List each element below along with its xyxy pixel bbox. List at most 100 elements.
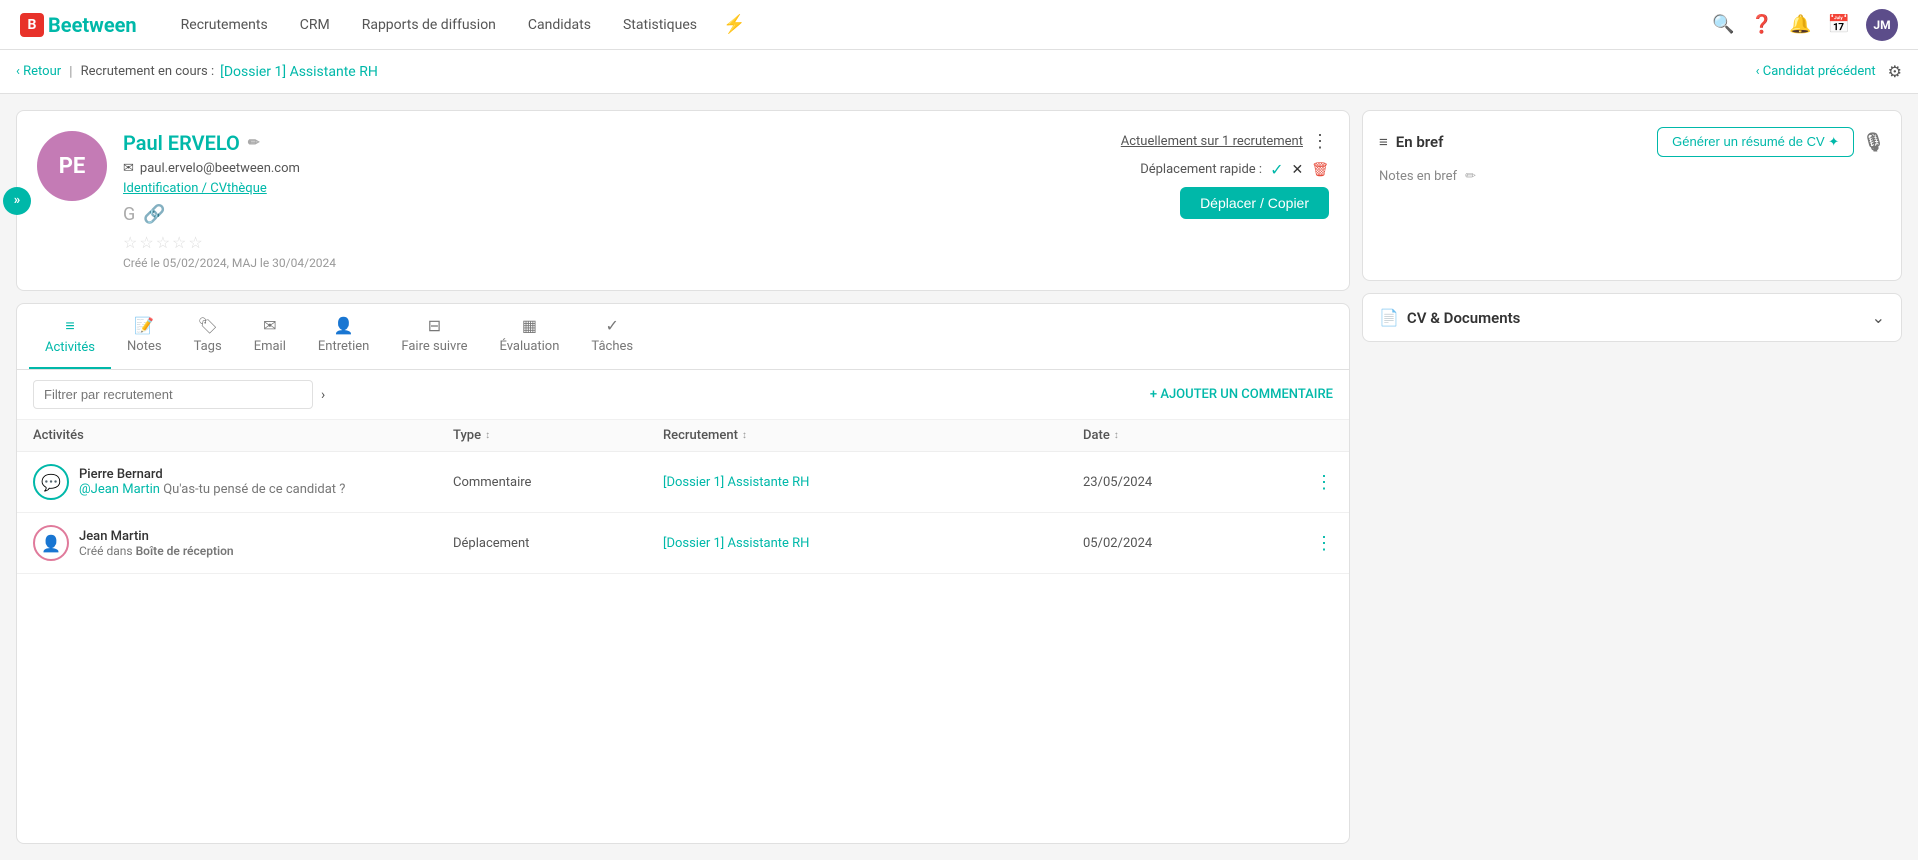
en-bref-card: ≡ En bref Générer un résumé de CV ✦ 🎙 No…	[1362, 110, 1902, 281]
tabs-bar: ≡ Activités 📝 Notes 🏷 Tags ✉ Email 👤	[17, 304, 1349, 370]
entretien-icon: 👤	[334, 316, 354, 335]
sub-navigation: ‹ Retour | Recrutement en cours : [Dossi…	[0, 50, 1918, 94]
user-avatar-jean: 👤	[33, 525, 69, 561]
more-options-icon[interactable]: ⋮	[1311, 131, 1329, 152]
user-avatar[interactable]: JM	[1866, 9, 1898, 41]
mic-icon[interactable]: 🎙	[1862, 132, 1885, 153]
document-icon: 📄	[1379, 308, 1399, 327]
en-bref-title: En bref	[1396, 133, 1444, 151]
tab-activites[interactable]: ≡ Activités	[29, 304, 111, 369]
activity-user-2: 👤 Jean Martin Créé dans Boîte de récepti…	[33, 525, 453, 561]
google-icon[interactable]: G	[123, 204, 135, 225]
recruitment-link[interactable]: Actuellement sur 1 recrutement	[1121, 134, 1303, 149]
confirm-move-icon[interactable]: ✓	[1270, 160, 1283, 179]
star-rating[interactable]: ☆ ☆ ☆ ☆ ☆	[123, 233, 1105, 252]
search-icon[interactable]: 🔍	[1712, 14, 1734, 35]
user-subtext-jean: Créé dans Boîte de réception	[79, 544, 234, 558]
row2-menu-icon[interactable]: ⋮	[1293, 533, 1333, 554]
main-content: » PE Paul ERVELO ✏ ✉ paul.ervelo@beetwee…	[0, 94, 1918, 860]
tab-tags-label: Tags	[194, 339, 222, 354]
row2-recruitment[interactable]: [Dossier 1] Assistante RH	[663, 536, 1083, 551]
row1-recruitment[interactable]: [Dossier 1] Assistante RH	[663, 475, 1083, 490]
edit-name-icon[interactable]: ✏	[248, 135, 260, 151]
star-2[interactable]: ☆	[139, 233, 153, 252]
evaluation-icon: ▦	[522, 316, 537, 335]
sort-type-icon[interactable]: ↕	[485, 430, 490, 441]
row2-date: 05/02/2024	[1083, 536, 1293, 551]
col-type: Type ↕	[453, 428, 663, 443]
candidate-card: » PE Paul ERVELO ✏ ✉ paul.ervelo@beetwee…	[16, 110, 1350, 291]
nav-crm[interactable]: CRM	[286, 9, 344, 41]
bolt-icon[interactable]: ⚡	[723, 14, 745, 35]
link-icon[interactable]: 🔗	[143, 204, 165, 225]
user-info-pierre: Pierre Bernard @Jean Martin Qu'as-tu pen…	[79, 467, 345, 497]
nav-links: Recrutements CRM Rapports de diffusion C…	[167, 9, 746, 41]
chevron-down-icon[interactable]: ⌄	[1872, 308, 1885, 327]
logo[interactable]: B Beetween	[20, 13, 137, 37]
calendar-icon[interactable]: 📅	[1828, 14, 1850, 35]
star-5[interactable]: ☆	[188, 233, 202, 252]
row2-type: Déplacement	[453, 536, 663, 551]
tab-tags[interactable]: 🏷 Tags	[178, 304, 238, 369]
nav-candidats[interactable]: Candidats	[514, 9, 605, 41]
notifications-icon[interactable]: 🔔	[1789, 14, 1811, 35]
settings-icon[interactable]: ⚙	[1888, 62, 1902, 81]
email-icon: ✉	[123, 161, 134, 176]
notes-icon: 📝	[134, 316, 154, 335]
user-info-jean: Jean Martin Créé dans Boîte de réception	[79, 529, 234, 558]
tab-evaluation[interactable]: ▦ Évaluation	[484, 304, 576, 369]
candidate-info: Paul ERVELO ✏ ✉ paul.ervelo@beetween.com…	[123, 131, 1105, 270]
tab-taches[interactable]: ✓ Tâches	[575, 304, 649, 369]
star-4[interactable]: ☆	[172, 233, 186, 252]
sidebar-toggle-button[interactable]: »	[3, 187, 31, 215]
en-bref-header: ≡ En bref Générer un résumé de CV ✦ 🎙	[1379, 127, 1885, 157]
candidate-avatar: PE	[37, 131, 107, 201]
cv-documents-title: CV & Documents	[1407, 309, 1872, 327]
en-bref-icon: ≡	[1379, 133, 1388, 151]
social-icons: G 🔗	[123, 204, 1105, 225]
user-name-jean: Jean Martin	[79, 529, 234, 544]
tab-entretien[interactable]: 👤 Entretien	[302, 304, 386, 369]
generate-cv-button[interactable]: Générer un résumé de CV ✦	[1657, 127, 1854, 157]
cv-documents-header[interactable]: 📄 CV & Documents ⌄	[1363, 294, 1901, 341]
tab-faire-suivre-label: Faire suivre	[401, 339, 467, 354]
tab-notes[interactable]: 📝 Notes	[111, 304, 178, 369]
prev-candidate-button[interactable]: ‹ Candidat précédent	[1756, 64, 1876, 79]
row1-date: 23/05/2024	[1083, 475, 1293, 490]
filter-arrow-icon[interactable]: ›	[321, 387, 325, 403]
logo-icon: B	[20, 13, 44, 37]
tab-email[interactable]: ✉ Email	[238, 304, 302, 369]
breadcrumb-dossier-link[interactable]: [Dossier 1] Assistante RH	[220, 64, 378, 80]
cancel-move-icon[interactable]: ✕	[1291, 162, 1303, 178]
quick-move-label: Déplacement rapide :	[1140, 162, 1262, 177]
notes-en-bref-label: Notes en bref	[1379, 169, 1457, 184]
notes-edit-icon[interactable]: ✏	[1465, 169, 1476, 184]
sort-date-icon[interactable]: ↕	[1114, 430, 1119, 441]
row1-menu-icon[interactable]: ⋮	[1293, 472, 1333, 493]
id-link[interactable]: Identification / CVthèque	[123, 181, 267, 196]
move-copy-button[interactable]: Déplacer / Copier	[1180, 187, 1329, 219]
delete-move-icon[interactable]: 🗑	[1311, 162, 1329, 178]
star-1[interactable]: ☆	[123, 233, 137, 252]
activity-table: Activités Type ↕ Recrutement ↕ Date ↕	[17, 420, 1349, 843]
sort-recrutement-icon[interactable]: ↕	[742, 430, 747, 441]
tab-notes-label: Notes	[127, 339, 162, 354]
nav-statistiques[interactable]: Statistiques	[609, 9, 711, 41]
back-button[interactable]: ‹ Retour	[16, 64, 61, 79]
breadcrumb-text: Recrutement en cours :	[81, 64, 215, 79]
star-3[interactable]: ☆	[156, 233, 170, 252]
nav-rapports[interactable]: Rapports de diffusion	[348, 9, 510, 41]
help-icon[interactable]: ❓	[1751, 14, 1773, 35]
faire-suivre-icon: ⊟	[428, 316, 441, 335]
notes-en-bref-content	[1379, 184, 1885, 264]
filter-input[interactable]	[33, 380, 313, 409]
tab-faire-suivre[interactable]: ⊟ Faire suivre	[385, 304, 483, 369]
taches-icon: ✓	[606, 316, 619, 335]
candidate-name-text: Paul ERVELO	[123, 131, 240, 155]
nav-recrutements[interactable]: Recrutements	[167, 9, 282, 41]
quick-move-bar: Déplacement rapide : ✓ ✕ 🗑	[1140, 160, 1329, 179]
add-comment-button[interactable]: + AJOUTER UN COMMENTAIRE	[1150, 387, 1333, 402]
left-panel: » PE Paul ERVELO ✏ ✉ paul.ervelo@beetwee…	[16, 110, 1350, 844]
tab-email-label: Email	[254, 339, 286, 354]
candidate-name: Paul ERVELO ✏	[123, 131, 1105, 155]
